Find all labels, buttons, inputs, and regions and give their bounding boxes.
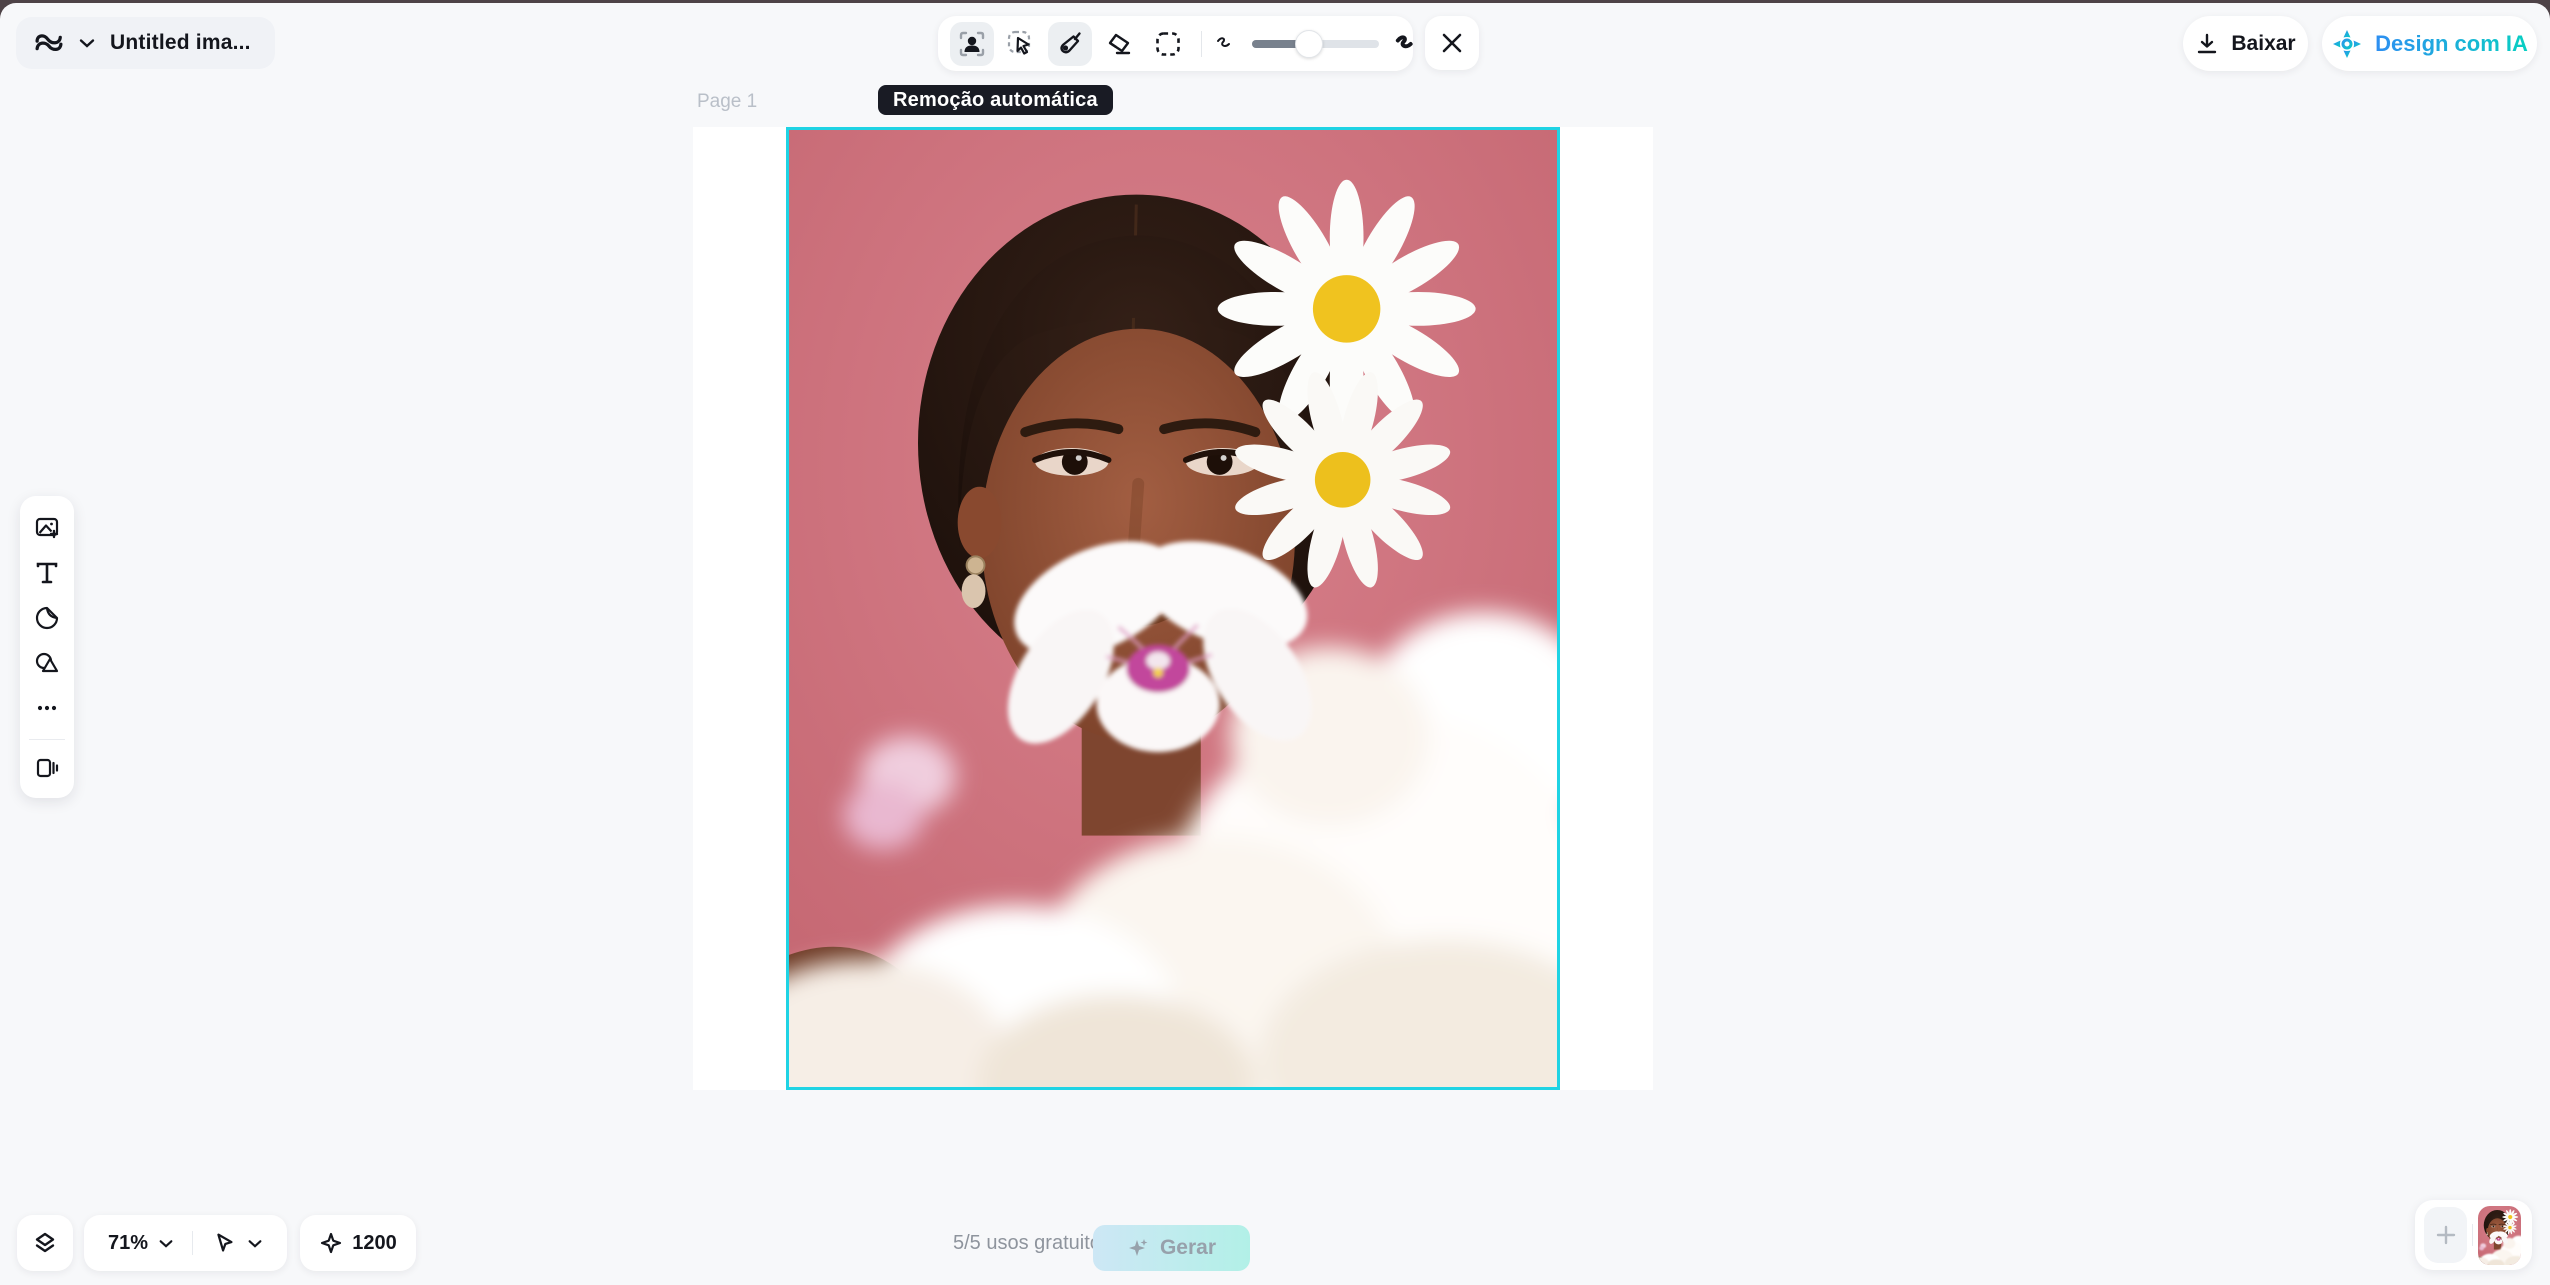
format-resize-icon: [33, 754, 61, 782]
more-dots-icon: [33, 694, 61, 722]
insert-sidebar: [20, 496, 74, 798]
layers-icon: [31, 1229, 59, 1257]
generate-button[interactable]: Gerar: [1093, 1225, 1250, 1271]
page-label: Page 1: [697, 91, 757, 113]
pointer-mode-icon[interactable]: [211, 1230, 237, 1256]
switcher-divider: [2472, 1224, 2473, 1246]
free-usage-counter: 5/5 usos gratuitos: [953, 1215, 1111, 1271]
eraser-tool-button[interactable]: [1097, 22, 1141, 66]
plus-icon: [2433, 1222, 2459, 1248]
text-icon: [33, 559, 61, 587]
sidebar-item-more[interactable]: [27, 690, 67, 727]
document-title: Untitled ima...: [110, 31, 251, 55]
brush-size-thumb[interactable]: [1295, 30, 1323, 58]
chevron-down-icon[interactable]: [158, 1238, 174, 1249]
sidebar-item-format[interactable]: [27, 750, 67, 787]
star-credits-icon: [319, 1231, 343, 1255]
close-icon: [1440, 31, 1464, 55]
document-menu[interactable]: Untitled ima...: [16, 17, 275, 69]
download-icon: [2195, 32, 2219, 56]
ai-design-icon: [2331, 28, 2363, 60]
marquee-select-tool-button[interactable]: [1146, 22, 1190, 66]
chevron-down-icon[interactable]: [247, 1238, 263, 1249]
view-controls-divider: [192, 1231, 193, 1255]
ai-design-label: Design com IA: [2375, 31, 2528, 57]
canvas-image-selected[interactable]: [786, 127, 1560, 1090]
brush-tool-button[interactable]: [1048, 22, 1092, 66]
sparkle-icon: [1127, 1236, 1151, 1260]
download-button[interactable]: Baixar: [2183, 16, 2308, 71]
zoom-level-value[interactable]: 71%: [108, 1232, 148, 1255]
sidebar-item-add-image[interactable]: [27, 509, 67, 546]
person-select-icon: [957, 29, 987, 59]
marquee-rect-icon: [1153, 29, 1183, 59]
auto-removal-tool-button[interactable]: [950, 22, 994, 66]
capcut-logo-icon: [34, 30, 64, 56]
app-window: Untitled ima...: [0, 3, 2550, 1285]
sidebar-item-sticker[interactable]: [27, 599, 67, 636]
sidebar-item-text[interactable]: [27, 554, 67, 591]
chevron-down-icon: [78, 37, 96, 49]
select-tool-button[interactable]: [999, 22, 1043, 66]
download-label: Baixar: [2231, 32, 2295, 56]
brush-size-slider[interactable]: [1252, 40, 1379, 48]
current-image-thumbnail[interactable]: [2478, 1206, 2521, 1265]
credits-value: 1200: [352, 1232, 397, 1255]
stroke-size-max-icon: [1392, 30, 1420, 58]
layers-button[interactable]: [17, 1215, 73, 1271]
close-editor-button[interactable]: [1425, 16, 1479, 70]
add-image-icon: [33, 514, 61, 542]
view-controls: 71%: [84, 1215, 287, 1271]
add-page-button[interactable]: [2424, 1207, 2467, 1263]
tooltip: Remoção automática: [878, 85, 1113, 115]
brush-icon: [1055, 29, 1085, 59]
editing-toolbar: [938, 16, 1413, 71]
sticker-icon: [33, 604, 61, 632]
generate-label: Gerar: [1160, 1236, 1216, 1260]
sidebar-divider: [29, 739, 65, 740]
stroke-size-min-icon: [1213, 32, 1237, 56]
project-switcher: [2415, 1200, 2532, 1270]
sidebar-item-shapes[interactable]: [27, 645, 67, 682]
ai-design-button[interactable]: Design com IA: [2322, 16, 2537, 71]
cursor-select-icon: [1006, 29, 1036, 59]
credits-button[interactable]: 1200: [300, 1215, 416, 1271]
eraser-icon: [1104, 29, 1134, 59]
toolbar-divider: [1201, 31, 1202, 57]
shapes-icon: [33, 649, 61, 677]
